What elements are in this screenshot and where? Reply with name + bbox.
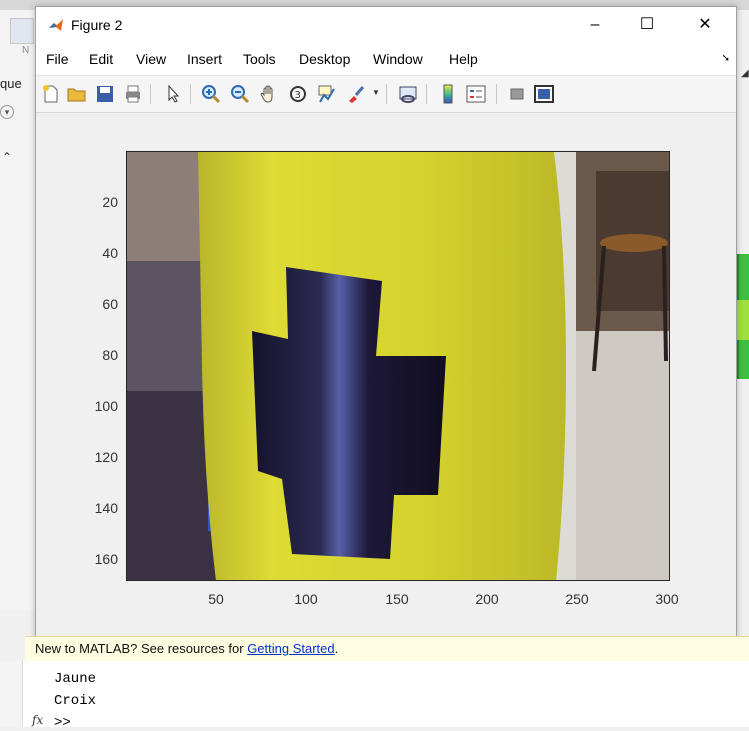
y-tick-label: 120 [94, 449, 118, 465]
y-tick-label: 60 [102, 296, 118, 312]
toolbar-separator [426, 84, 427, 104]
chevron-up-icon[interactable]: ⌃ [2, 150, 12, 164]
brush-dropdown-icon[interactable]: ▼ [372, 88, 380, 97]
search-icon[interactable] [10, 18, 34, 44]
dock-icon[interactable] [533, 83, 555, 105]
command-prompt[interactable]: >> [54, 715, 71, 731]
zoom-in-icon[interactable] [200, 83, 222, 105]
console-gutter [0, 661, 23, 727]
pan-hand-icon[interactable] [258, 83, 280, 105]
brush-icon[interactable] [345, 83, 367, 105]
open-file-icon[interactable] [66, 83, 88, 105]
getting-started-hint: New to MATLAB? See resources for Getting… [25, 636, 749, 661]
x-tick-label: 300 [655, 591, 679, 607]
y-tick-label: 140 [94, 500, 118, 516]
background-left-panel: N que ▾ ⌃ [0, 10, 36, 610]
menu-tools[interactable]: Tools [243, 51, 276, 67]
left-small-label: N [22, 45, 30, 56]
x-tick-label: 200 [475, 591, 499, 607]
menu-window[interactable]: Window [373, 51, 423, 67]
console-output-line: Jaune [54, 671, 97, 687]
new-figure-icon[interactable] [40, 83, 62, 105]
background-plot-highlight [737, 300, 749, 340]
background-right-panel: ◢ [735, 10, 749, 610]
toolbar-separator [386, 84, 387, 104]
legend-icon[interactable] [465, 83, 487, 105]
image-display[interactable] [126, 151, 670, 581]
menu-file[interactable]: File [46, 51, 69, 67]
getting-started-link[interactable]: Getting Started [247, 641, 334, 656]
menu-help[interactable]: Help [449, 51, 478, 67]
left-panel-label: que [0, 76, 22, 91]
hint-text: New to MATLAB? See resources for [35, 641, 248, 656]
minimize-button[interactable]: – [572, 7, 618, 43]
y-tick-label: 40 [102, 245, 118, 261]
console-output-line: Croix [54, 693, 97, 709]
y-tick-label: 100 [94, 398, 118, 414]
y-tick-label: 20 [102, 194, 118, 210]
close-button[interactable]: ✕ [682, 7, 728, 43]
maximize-button[interactable]: ☐ [624, 7, 670, 43]
menu-view[interactable]: View [136, 51, 166, 67]
window-title: Figure 2 [71, 17, 123, 33]
image-axes[interactable]: 20 40 60 80 100 120 140 160 50 100 150 2… [95, 151, 679, 607]
svg-text:3: 3 [295, 90, 301, 101]
figure-window: Figure 2 – ☐ ✕ File Edit View Insert Too… [35, 6, 737, 638]
y-tick-label: 160 [94, 551, 118, 567]
title-bar[interactable]: Figure 2 – ☐ ✕ [36, 7, 736, 43]
x-tick-label: 250 [565, 591, 589, 607]
x-tick-label: 50 [208, 591, 224, 607]
menu-desktop[interactable]: Desktop [299, 51, 350, 67]
colorbar-icon[interactable] [437, 83, 459, 105]
rotate-3d-icon[interactable]: 3 [287, 83, 309, 105]
hide-tools-icon[interactable] [506, 83, 528, 105]
data-cursor-icon[interactable] [316, 83, 338, 105]
x-tick-label: 150 [385, 591, 409, 607]
menu-insert[interactable]: Insert [187, 51, 222, 67]
menu-edit[interactable]: Edit [89, 51, 113, 67]
save-icon[interactable] [94, 83, 116, 105]
y-tick-label: 80 [102, 347, 118, 363]
command-window[interactable]: Jaune Croix fx >> [0, 661, 749, 731]
hint-suffix: . [334, 641, 339, 656]
menu-bar: File Edit View Insert Tools Desktop Wind… [36, 43, 736, 75]
toolbar-separator [190, 84, 191, 104]
panel-options-icon[interactable]: ▾ [0, 105, 14, 119]
x-tick-label: 100 [294, 591, 318, 607]
select-arrow-icon[interactable] [162, 83, 184, 105]
panel-arrow-icon: ◢ [741, 68, 749, 79]
toolbar-separator [150, 84, 151, 104]
zoom-out-icon[interactable] [229, 83, 251, 105]
function-browser-icon[interactable]: fx [32, 713, 43, 727]
figure-toolbar: 3 ▼ [36, 75, 736, 113]
dock-arrow-icon[interactable]: ➘ [722, 53, 730, 64]
link-plot-icon[interactable] [397, 83, 419, 105]
toolbar-separator [496, 84, 497, 104]
matlab-logo-icon [48, 17, 64, 33]
print-icon[interactable] [122, 83, 144, 105]
